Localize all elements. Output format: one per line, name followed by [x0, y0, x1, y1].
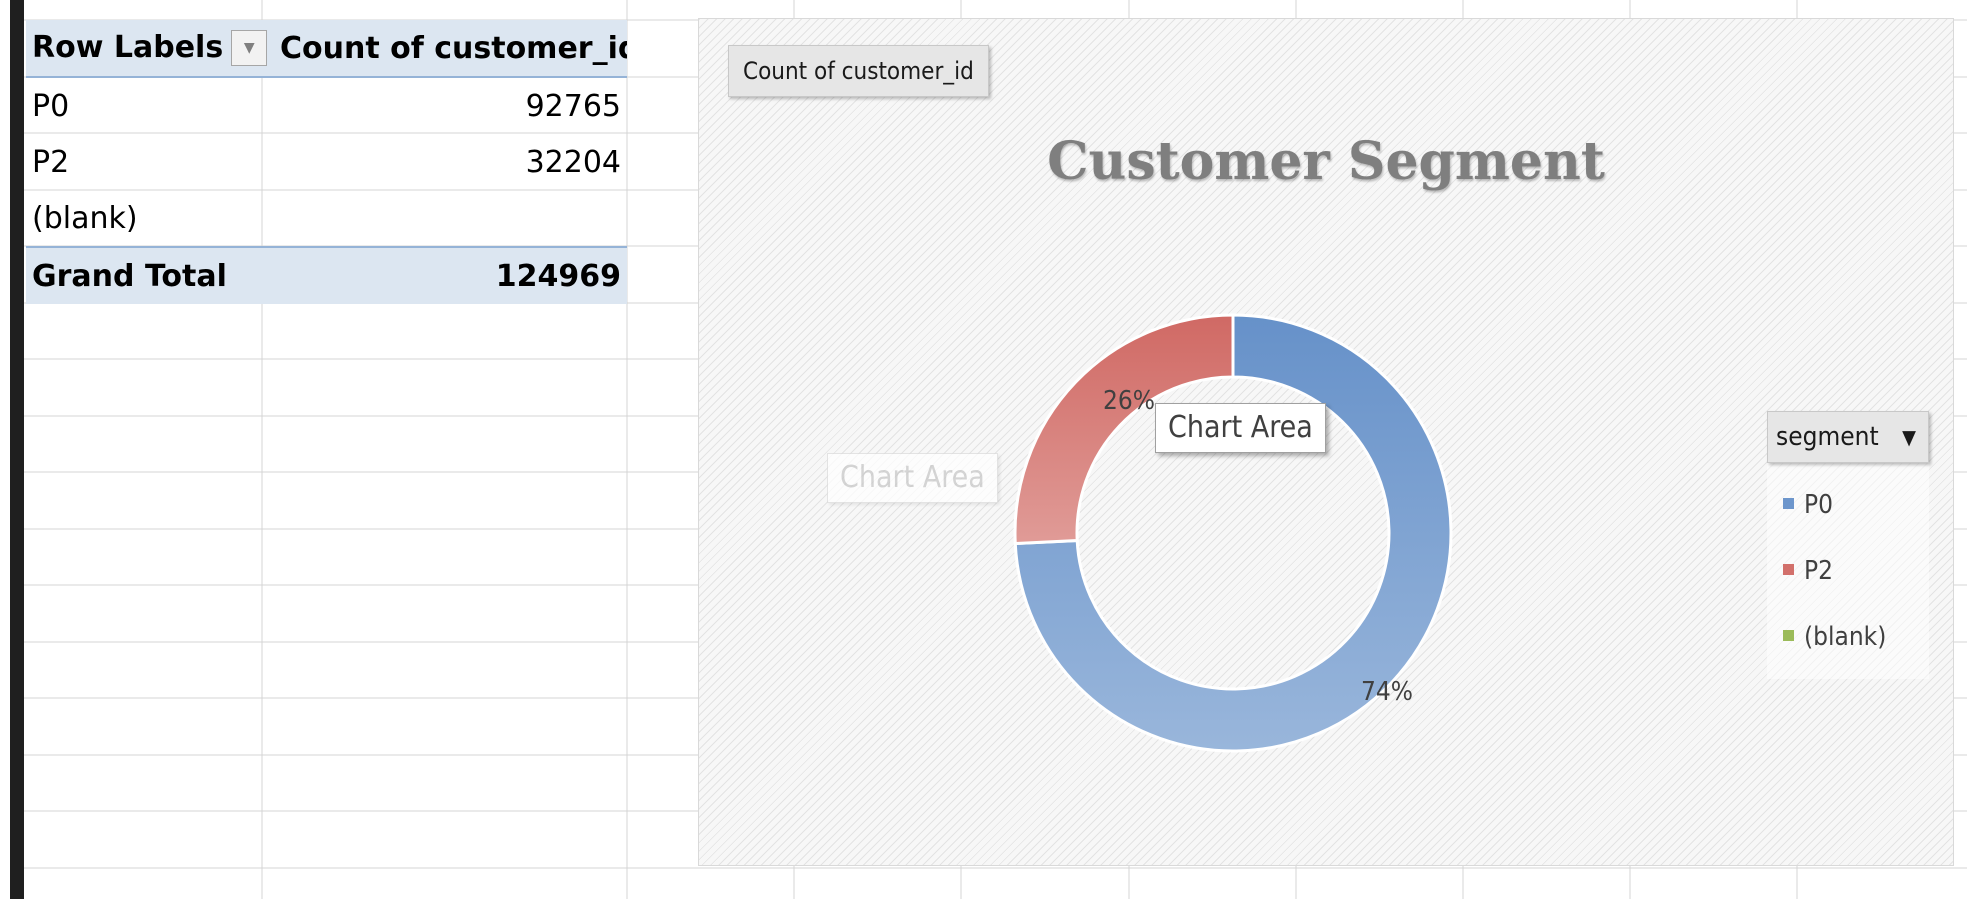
chevron-down-icon: ▼: [1902, 425, 1916, 449]
pivot-row: (blank): [26, 190, 627, 247]
row-labels-header[interactable]: Row Labels ▼: [26, 20, 274, 78]
chart-area-tooltip: Chart Area: [1155, 403, 1326, 453]
legend-label: P2: [1804, 556, 1833, 586]
pivot-row-value[interactable]: 92765: [274, 77, 627, 134]
chart-area[interactable]: Count of customer_id Customer Segment 74…: [698, 18, 1954, 866]
legend-swatch: [1783, 498, 1794, 509]
legend-item[interactable]: P2: [1783, 551, 1833, 591]
pivot-row-value[interactable]: 32204: [274, 134, 627, 190]
pivot-row-value[interactable]: [274, 190, 627, 247]
value-field-header[interactable]: Count of customer_id: [274, 20, 627, 78]
legend-label: (blank): [1804, 622, 1887, 652]
grand-total-value[interactable]: 124969: [274, 246, 627, 304]
data-label-p0[interactable]: 74%: [1361, 677, 1413, 707]
pivot-header-row: Row Labels ▼ Count of customer_id: [26, 20, 627, 78]
legend-field-label: segment: [1776, 422, 1879, 452]
row-labels-filter-dropdown[interactable]: ▼: [231, 30, 268, 67]
legend-swatch: [1783, 630, 1794, 641]
pivot-row-label[interactable]: P0: [26, 77, 274, 134]
legend-label: P0: [1804, 490, 1833, 520]
data-label-p2[interactable]: 26%: [1103, 386, 1155, 416]
donut-chart[interactable]: 74% 26%: [699, 19, 1954, 866]
legend[interactable]: segment ▼ P0 P2 (blank): [1767, 411, 1929, 679]
pivot-row-label[interactable]: (blank): [26, 190, 274, 247]
row-labels-header-text: Row Labels: [32, 29, 224, 65]
chevron-down-icon: ▼: [243, 40, 255, 57]
legend-swatch: [1783, 564, 1794, 575]
legend-item[interactable]: (blank): [1783, 617, 1886, 657]
grand-total-label[interactable]: Grand Total: [26, 246, 274, 304]
legend-item[interactable]: P0: [1783, 485, 1833, 525]
pivot-table: Row Labels ▼ Count of customer_id P0 9276…: [26, 20, 627, 304]
chart-area-tooltip-faded: Chart Area: [827, 453, 998, 503]
grand-total-row: Grand Total 124969: [26, 246, 627, 304]
window-edge: [10, 0, 24, 899]
pivot-row-label[interactable]: P2: [26, 134, 274, 190]
pivot-row: P0 92765: [26, 77, 627, 134]
pivot-row: P2 32204: [26, 134, 627, 190]
legend-field-button[interactable]: segment ▼: [1767, 411, 1929, 463]
